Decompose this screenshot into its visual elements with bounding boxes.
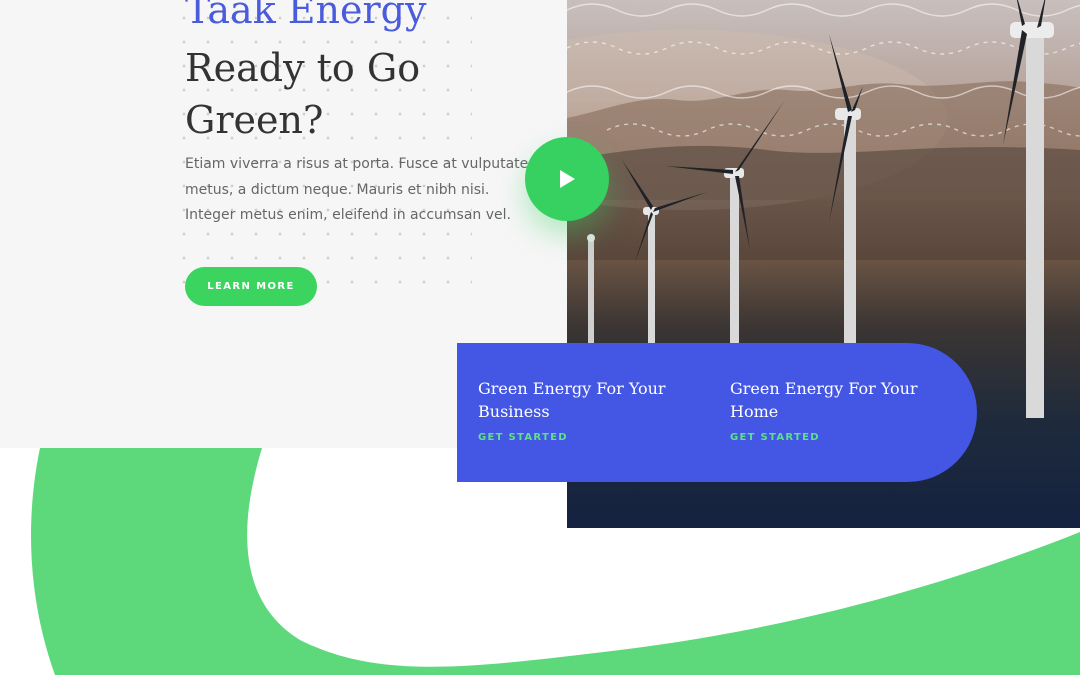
- home-title: Green Energy For Your Home: [730, 379, 918, 421]
- brand-title: Taak Energy: [185, 0, 427, 32]
- page: Taak Energy Ready to Go Green? Etiam viv…: [0, 0, 1080, 675]
- play-icon: [560, 170, 575, 188]
- business-get-started-link[interactable]: GET STARTED: [478, 432, 568, 443]
- home-card-item: Green Energy For Your Home GET STARTED: [730, 377, 970, 445]
- hero-description: Etiam viverra a risus at porta. Fusce at…: [185, 156, 529, 223]
- play-video-button[interactable]: [525, 137, 609, 221]
- business-card-item: Green Energy For Your Business GET START…: [478, 377, 688, 445]
- business-title: Green Energy For Your Business: [478, 379, 666, 421]
- home-get-started-link[interactable]: GET STARTED: [730, 432, 820, 443]
- hero-headline: Ready to Go Green?: [185, 46, 421, 142]
- learn-more-button[interactable]: LEARN MORE: [185, 267, 317, 306]
- services-card: Green Energy For Your Business GET START…: [457, 343, 977, 482]
